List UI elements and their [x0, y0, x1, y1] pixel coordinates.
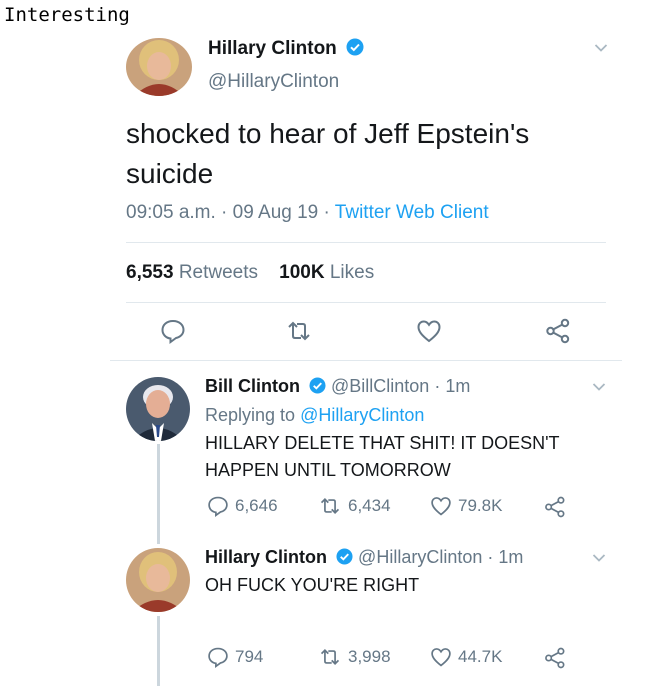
reply-action[interactable]: 6,646 [207, 495, 278, 517]
retweets-stat[interactable]: 6,553 Retweets [126, 262, 263, 283]
thread-line [157, 616, 160, 686]
like-count: 79.8K [458, 496, 503, 515]
author-handle[interactable]: @HillaryClinton · 1m [358, 547, 523, 567]
chevron-down-icon[interactable] [592, 382, 606, 392]
verified-badge-icon [346, 38, 364, 56]
like-icon[interactable] [416, 318, 442, 344]
like-action[interactable]: 79.8K [430, 495, 502, 517]
share-icon[interactable] [544, 496, 566, 518]
tweet-timestamp[interactable]: 09:05 a.m. · 09 Aug 19 · [126, 202, 330, 223]
retweet-icon [320, 649, 340, 665]
main-tweet-text-line: suicide [126, 158, 214, 189]
tweet-stats: 6,553 Retweets 100K Likes [126, 262, 374, 284]
main-tweet-text: shocked to hear of Jeff Epstein's suicid… [126, 114, 596, 194]
reply-icon [208, 647, 228, 668]
chevron-down-icon[interactable] [592, 553, 606, 563]
replying-to: Replying to @HillaryClinton [205, 402, 424, 429]
divider [126, 302, 606, 303]
retweets-count: 6,553 [126, 262, 174, 283]
likes-stat[interactable]: 100K Likes [279, 262, 374, 283]
main-tweet-meta: 09:05 a.m. · 09 Aug 19 · Twitter Web Cli… [126, 202, 489, 224]
replying-to-handle[interactable]: @HillaryClinton [300, 405, 424, 425]
replying-to-label: Replying to [205, 405, 296, 425]
thread-line [157, 444, 160, 544]
caption-text: Interesting [4, 4, 130, 26]
author-name[interactable]: Hillary Clinton [208, 38, 337, 59]
retweet-icon [320, 498, 340, 514]
divider [110, 360, 622, 361]
retweet-count: 6,434 [348, 496, 391, 515]
like-icon [431, 497, 451, 516]
reply-icon[interactable] [160, 318, 186, 344]
bill-avatar[interactable] [126, 377, 190, 441]
reply-text-line: OH FUCK YOU'RE RIGHT [205, 575, 420, 595]
reply-count: 794 [235, 647, 264, 666]
reply-header: Hillary Clinton @HillaryClinton · 1m [205, 547, 523, 568]
main-tweet-author-name[interactable]: Hillary Clinton [208, 38, 364, 60]
share-icon[interactable] [544, 647, 566, 669]
like-action[interactable]: 44.7K [430, 646, 502, 668]
retweet-count: 3,998 [348, 647, 391, 666]
author-handle[interactable]: @BillClinton · 1m [331, 376, 470, 396]
likes-count: 100K [279, 262, 325, 283]
hillary-avatar[interactable] [126, 548, 190, 612]
like-count: 44.7K [458, 647, 503, 666]
hillary-avatar[interactable] [126, 38, 192, 96]
divider [126, 242, 606, 243]
share-icon[interactable] [545, 318, 571, 344]
retweet-action[interactable]: 3,998 [318, 646, 391, 668]
verified-badge-icon [309, 377, 326, 394]
like-icon [431, 648, 451, 667]
reply-header: Bill Clinton @BillClinton · 1m [205, 376, 470, 397]
main-tweet-author-handle[interactable]: @HillaryClinton [208, 71, 339, 93]
likes-label: Likes [329, 262, 375, 283]
retweet-action[interactable]: 6,434 [318, 495, 391, 517]
reply-icon [208, 496, 228, 517]
reply-count: 6,646 [235, 496, 278, 515]
chevron-down-icon[interactable] [594, 43, 608, 53]
verified-badge-icon [336, 548, 353, 565]
main-tweet-text-line: shocked to hear of Jeff Epstein's [126, 118, 530, 149]
tweet-source-link[interactable]: Twitter Web Client [335, 202, 489, 223]
retweet-icon[interactable] [286, 318, 312, 344]
reply-action[interactable]: 794 [207, 646, 263, 668]
reply-text-line: HILLARY DELETE THAT SHIT! IT DOESN'T [205, 433, 560, 453]
author-name[interactable]: Bill Clinton [205, 376, 300, 396]
author-name[interactable]: Hillary Clinton [205, 547, 327, 567]
reply-text-line: HAPPEN UNTIL TOMORROW [205, 460, 451, 480]
retweets-label: Retweets [178, 262, 259, 283]
